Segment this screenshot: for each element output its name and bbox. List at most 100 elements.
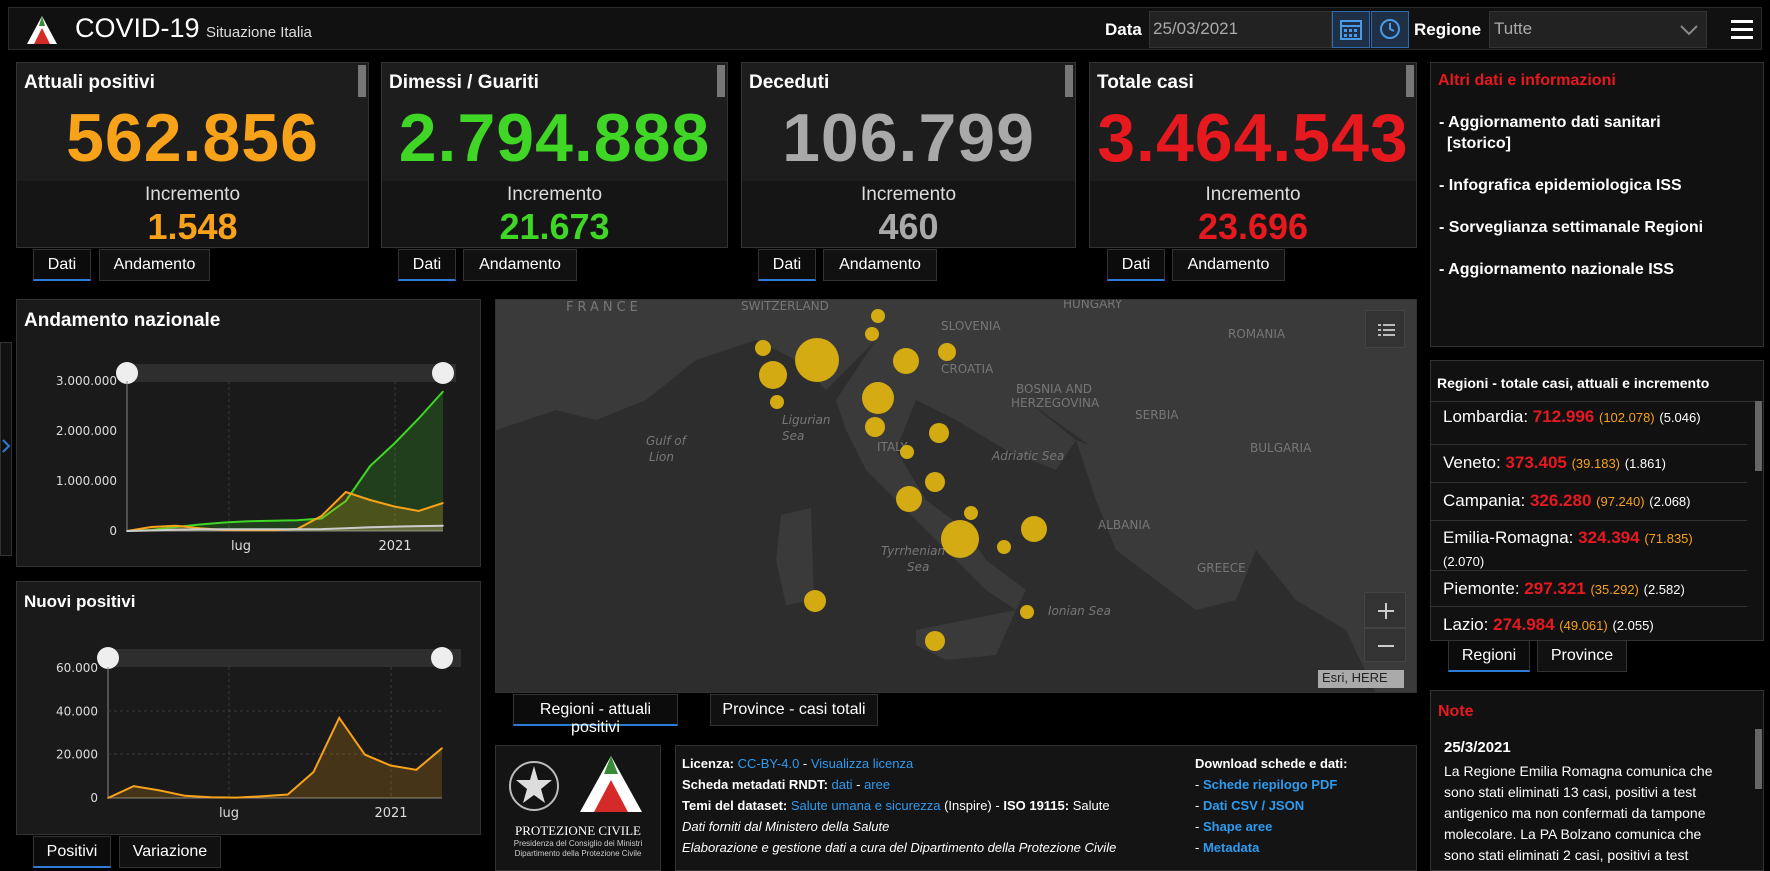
tab-dati[interactable]: Dati: [1107, 249, 1165, 281]
region-row[interactable]: Emilia-Romagna: 324.394 (71.835) (2.070): [1431, 521, 1747, 571]
map-label-romania: ROMANIA: [1228, 327, 1286, 341]
region-bubble[interactable]: [865, 327, 879, 341]
card-scrollbar[interactable]: [1406, 65, 1414, 97]
download-shape-link[interactable]: Shape aree: [1203, 819, 1272, 834]
scheda-dati-link[interactable]: dati: [832, 777, 853, 792]
region-bubble[interactable]: [900, 445, 914, 459]
map-canvas[interactable]: FRANCE SWITZERLAND HUNGARY SLOVENIA ROMA…: [496, 300, 1417, 693]
tab-andamento[interactable]: Andamento: [1172, 249, 1285, 281]
calendar-button[interactable]: [1332, 11, 1370, 48]
download-csv-link[interactable]: Dati CSV / JSON: [1203, 798, 1304, 813]
region-row[interactable]: Lombardia: 712.996 (102.078) (5.046): [1431, 407, 1747, 445]
range-handle-right[interactable]: [432, 362, 454, 384]
zoom-out-button[interactable]: [1364, 628, 1406, 662]
chart-range-slider[interactable]: [126, 364, 456, 382]
map-panel[interactable]: FRANCE SWITZERLAND HUNGARY SLOVENIA ROMA…: [495, 299, 1417, 693]
region-select-value: Tutte: [1494, 19, 1533, 38]
tab-province[interactable]: Province: [1537, 640, 1627, 672]
region-bubble[interactable]: [759, 361, 787, 389]
download-pdf-link[interactable]: Schede riepilogo PDF: [1203, 777, 1337, 792]
region-bubble[interactable]: [865, 417, 885, 437]
chart-range-slider[interactable]: [106, 649, 461, 667]
region-row[interactable]: Veneto: 373.405 (39.183) (1.861): [1431, 445, 1747, 483]
scheda-aree-link[interactable]: aree: [864, 777, 890, 792]
tab-regioni-attuali-positivi[interactable]: Regioni - attuali positivi: [513, 694, 678, 736]
tab-province-casi-totali[interactable]: Province - casi totali: [710, 694, 878, 726]
map-label-lion-2: Lion: [649, 450, 674, 464]
map-label-switzerland: SWITZERLAND: [741, 300, 829, 313]
link-storico[interactable]: [storico]: [1447, 135, 1511, 153]
tab-andamento[interactable]: Andamento: [99, 249, 210, 281]
data-point: [369, 499, 371, 501]
nuovi-positivi-chart[interactable]: 60.000 40.000 20.000 0 lug 2021: [17, 582, 482, 836]
region-bubble[interactable]: [938, 343, 956, 361]
region-bubble[interactable]: [804, 590, 826, 612]
region-bubble[interactable]: [1020, 605, 1034, 619]
region-bubble[interactable]: [871, 309, 885, 323]
region-bubble[interactable]: [755, 340, 771, 356]
region-bubble[interactable]: [795, 338, 839, 382]
scheda-label: Scheda metadati RNDT:: [682, 777, 828, 792]
card-scrollbar[interactable]: [717, 65, 725, 97]
tab-dati[interactable]: Dati: [758, 249, 816, 281]
region-bubble[interactable]: [941, 520, 979, 558]
link-infografica-iss[interactable]: - Infografica epidemiologica ISS: [1439, 177, 1682, 195]
logo-title: PROTEZIONE CIVILE: [514, 823, 641, 838]
legend-button[interactable]: [1365, 310, 1405, 348]
data-point: [272, 528, 274, 531]
region-increment: (2.582): [1643, 582, 1685, 597]
time-button[interactable]: [1371, 11, 1409, 48]
emblem-italy-icon: [509, 761, 559, 811]
region-bubble[interactable]: [929, 423, 949, 443]
link-aggiornamento-dati[interactable]: - Aggiornamento dati sanitari: [1439, 114, 1661, 132]
range-handle-right[interactable]: [431, 647, 453, 669]
zoom-in-button[interactable]: [1364, 592, 1406, 628]
visualizza-licenza-link[interactable]: Visualizza licenza: [811, 756, 913, 771]
temi-link[interactable]: Salute umana e sicurezza: [791, 798, 941, 813]
hamburger-menu-icon[interactable]: [1729, 16, 1755, 42]
region-bubble[interactable]: [964, 506, 978, 520]
temi-label: Temi del dataset:: [682, 798, 788, 813]
x-tick-label: lug: [231, 539, 251, 554]
regions-scrollbar[interactable]: [1755, 401, 1762, 471]
licenza-link[interactable]: CC-BY-4.0: [738, 756, 800, 771]
tab-andamento[interactable]: Andamento: [823, 249, 937, 281]
card-scrollbar[interactable]: [358, 65, 366, 97]
region-bubble[interactable]: [997, 540, 1011, 554]
card-scrollbar[interactable]: [1065, 65, 1073, 97]
region-select[interactable]: Tutte: [1489, 11, 1707, 48]
region-row[interactable]: Campania: 326.280 (97.240) (2.068): [1431, 483, 1747, 521]
region-bubble[interactable]: [770, 395, 784, 409]
region-bubble[interactable]: [925, 631, 945, 651]
region-bubble[interactable]: [1021, 516, 1047, 542]
region-row[interactable]: Piemonte: 297.321 (35.292) (2.582): [1431, 571, 1747, 607]
region-total: 712.996: [1532, 407, 1595, 426]
region-increment: (1.861): [1624, 456, 1666, 471]
note-line: sono stati eliminati 2 casi, positivi a …: [1444, 847, 1689, 863]
side-panel-handle[interactable]: [0, 342, 12, 556]
download-item: - Dati CSV / JSON: [1195, 798, 1305, 813]
y-tick-label: 3.000.000: [56, 374, 117, 388]
andamento-chart[interactable]: 3.000.000 2.000.000 1.000.000 0 lug 2021: [17, 300, 482, 568]
link-aggiornamento-iss[interactable]: - Aggiornamento nazionale ISS: [1439, 261, 1674, 279]
region-bubble[interactable]: [862, 382, 894, 414]
tab-regioni[interactable]: Regioni: [1448, 640, 1530, 672]
tab-positivi[interactable]: Positivi: [33, 836, 111, 868]
note-scrollbar[interactable]: [1755, 729, 1762, 789]
range-handle-left[interactable]: [97, 647, 119, 669]
date-field[interactable]: 25/03/2021: [1149, 11, 1332, 48]
tab-variazione[interactable]: Variazione: [119, 836, 221, 868]
link-sorveglianza-regioni[interactable]: - Sorveglianza settimanale Regioni: [1439, 219, 1703, 237]
region-bubble[interactable]: [893, 348, 919, 374]
range-handle-left[interactable]: [116, 362, 138, 384]
tab-andamento[interactable]: Andamento: [463, 249, 577, 281]
download-metadata-link[interactable]: Metadata: [1203, 840, 1259, 855]
tab-dati[interactable]: Dati: [398, 249, 456, 281]
dati-forniti-text: Dati forniti dal Ministero della Salute: [682, 819, 890, 834]
note-date: 25/3/2021: [1444, 739, 1511, 756]
plus-icon: [1378, 603, 1394, 619]
region-bubble[interactable]: [925, 472, 945, 492]
region-bubble[interactable]: [896, 486, 922, 512]
region-row[interactable]: Lazio: 274.984 (49.061) (2.055): [1431, 607, 1747, 640]
tab-dati[interactable]: Dati: [33, 249, 91, 281]
